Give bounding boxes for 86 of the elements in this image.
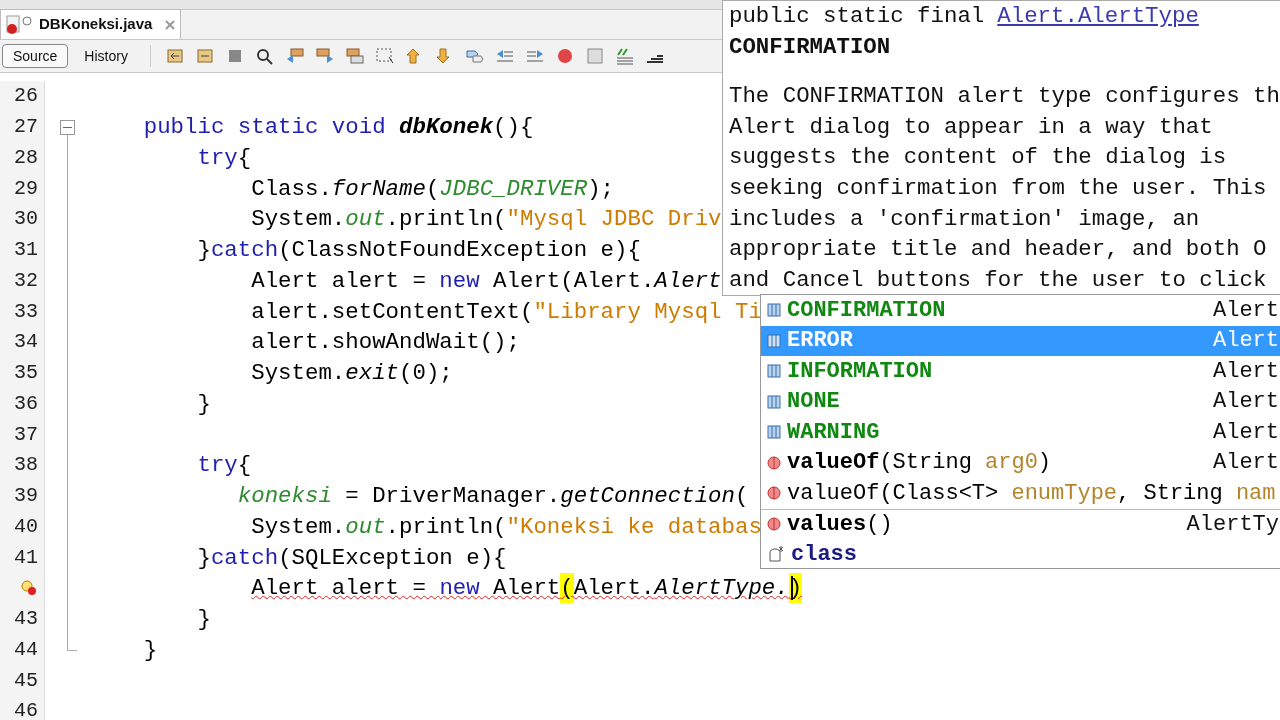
line-number: 27 <box>14 114 38 141</box>
code-line: System.out.println("Koneksi ke databas <box>250 512 762 542</box>
code-line: } <box>196 605 211 635</box>
matching-bracket: ( <box>560 573 574 604</box>
code-line: public static void dbKonek(){ <box>142 113 534 143</box>
code-line: } <box>196 389 211 419</box>
completion-item[interactable]: class <box>761 539 1280 568</box>
code-line: try{ <box>196 451 252 481</box>
code-text: AlertType. <box>654 574 789 604</box>
macro-icon[interactable] <box>464 47 485 65</box>
line-number: 36 <box>14 390 38 417</box>
line-number: 40 <box>14 513 38 540</box>
line-number: 41 <box>14 544 38 571</box>
close-icon[interactable] <box>164 18 177 31</box>
line-number: 43 <box>14 606 38 633</box>
line-number: 46 <box>14 698 38 720</box>
field-icon <box>767 394 781 409</box>
doc-signature: public static final <box>729 2 985 31</box>
line-number: 31 <box>14 237 38 264</box>
view-tab[interactable]: Source <box>2 44 69 68</box>
code-line: alert.showAndWait(); <box>250 328 520 358</box>
next-icon[interactable] <box>314 47 335 65</box>
tab-title: DBKoneksi.java <box>39 14 153 35</box>
doc-text: includes a 'confirmation' image, an <box>729 204 1201 234</box>
completion-item[interactable]: values() AlertTy <box>761 508 1280 539</box>
code-line: } <box>142 635 158 665</box>
code-line: }catch(ClassNotFoundException e){ <box>196 236 641 266</box>
field-icon <box>767 303 781 318</box>
method-icon <box>767 455 781 470</box>
comment-icon[interactable] <box>614 47 635 65</box>
shift-left-icon[interactable] <box>494 47 515 65</box>
completion-item[interactable]: NONE Alert <box>761 386 1280 417</box>
method-icon <box>767 486 781 501</box>
completion-item[interactable]: valueOf(Class<T> enumType, String nam <box>761 478 1280 509</box>
code-text: Alert alert = <box>250 574 427 604</box>
type-link[interactable]: Alert.AlertType <box>997 1 1199 32</box>
file-tab[interactable]: DBKoneksi.java <box>0 9 182 39</box>
completion-item[interactable]: valueOf(String arg0) Alert <box>761 447 1280 478</box>
java-file-icon <box>5 13 33 36</box>
line-number: 32 <box>14 267 38 294</box>
doc-text: suggests the content of the dialog is <box>729 143 1228 173</box>
code-line: System.exit(0); <box>250 359 453 389</box>
code-text: Alert <box>492 574 561 604</box>
line-number: 35 <box>14 360 38 387</box>
field-icon <box>767 425 781 440</box>
back-icon[interactable] <box>164 47 185 65</box>
line-number: 39 <box>14 483 38 510</box>
doc-field-name: CONFIRMATION <box>729 32 892 62</box>
keyword-icon <box>767 545 785 564</box>
code-line: try{ <box>196 143 252 173</box>
fold-toggle-icon[interactable] <box>60 119 75 135</box>
field-icon <box>767 364 781 379</box>
select-icon[interactable] <box>374 47 395 65</box>
shift-right-icon[interactable] <box>524 47 545 65</box>
doc-text: appropriate title and header, and both O <box>729 235 1268 265</box>
code-line: koneksi = DriverManager.getConnection( <box>236 482 749 512</box>
code-line: Class.forName(JDBC_DRIVER); <box>250 174 615 204</box>
line-number: 37 <box>14 421 38 448</box>
doc-text: and Cancel buttons for the user to click <box>729 265 1268 295</box>
line-number: 44 <box>14 636 38 663</box>
line-number: 29 <box>14 175 38 202</box>
line-number: 26 <box>14 83 38 110</box>
code-line: }catch(SQLException e){ <box>196 543 507 573</box>
error-hint-icon[interactable] <box>20 579 38 598</box>
completion-item[interactable]: WARNING Alert <box>761 417 1280 448</box>
line-number: 38 <box>14 452 38 479</box>
line-number: 33 <box>14 298 38 325</box>
forward-icon[interactable] <box>194 47 215 65</box>
completion-item[interactable]: CONFIRMATION Alert <box>761 295 1280 326</box>
completion-item[interactable]: INFORMATION Alert <box>761 356 1280 387</box>
doc-text: Alert dialog to appear in a way that <box>729 112 1214 142</box>
view-tab[interactable]: History <box>76 44 136 68</box>
search-icon[interactable] <box>254 47 275 65</box>
stop-icon[interactable] <box>584 47 605 65</box>
line-number: 28 <box>14 144 38 171</box>
doc-text: seeking confirmation from the user. This <box>729 173 1268 203</box>
code-text: new <box>439 574 480 604</box>
field-icon <box>767 333 781 348</box>
method-icon <box>767 517 781 532</box>
code-line: alert.setContentText("Library Mysql Ti <box>250 297 762 327</box>
line-number: 34 <box>14 329 38 356</box>
line-number: 30 <box>14 206 38 233</box>
line-number: 45 <box>14 667 38 694</box>
toggle-icon[interactable] <box>344 47 365 65</box>
code-line: System.out.println("Mysql JDBC Driv <box>250 205 722 235</box>
code-line: Alert alert = new Alert(Alert.Alert <box>250 266 722 296</box>
